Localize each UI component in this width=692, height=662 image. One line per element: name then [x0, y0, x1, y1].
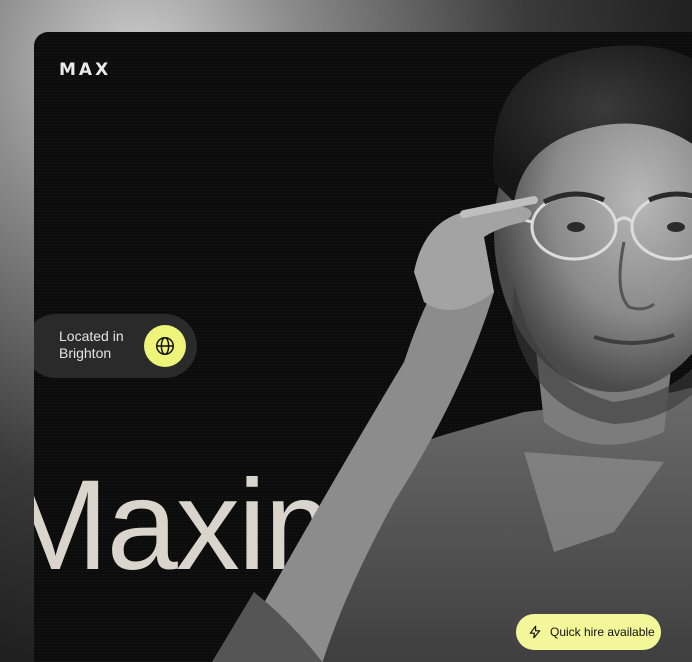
hero-card: MAX Maxim Veiller	[34, 32, 692, 662]
quick-hire-button[interactable]: Quick hire available	[516, 614, 661, 650]
location-city: Brighton	[59, 345, 112, 361]
lightning-icon	[529, 625, 541, 639]
globe-icon	[156, 337, 174, 355]
page-frame: MAX Maxim Veiller	[0, 0, 692, 662]
portrait-photo	[212, 45, 692, 662]
location-text: Located in Brighton	[59, 328, 149, 362]
logo[interactable]: MAX	[59, 60, 111, 80]
quick-hire-label: Quick hire available	[550, 625, 655, 639]
location-line1: Located in	[59, 328, 124, 344]
globe-button[interactable]	[144, 325, 186, 367]
location-pill[interactable]: Located in Brighton	[34, 314, 197, 378]
